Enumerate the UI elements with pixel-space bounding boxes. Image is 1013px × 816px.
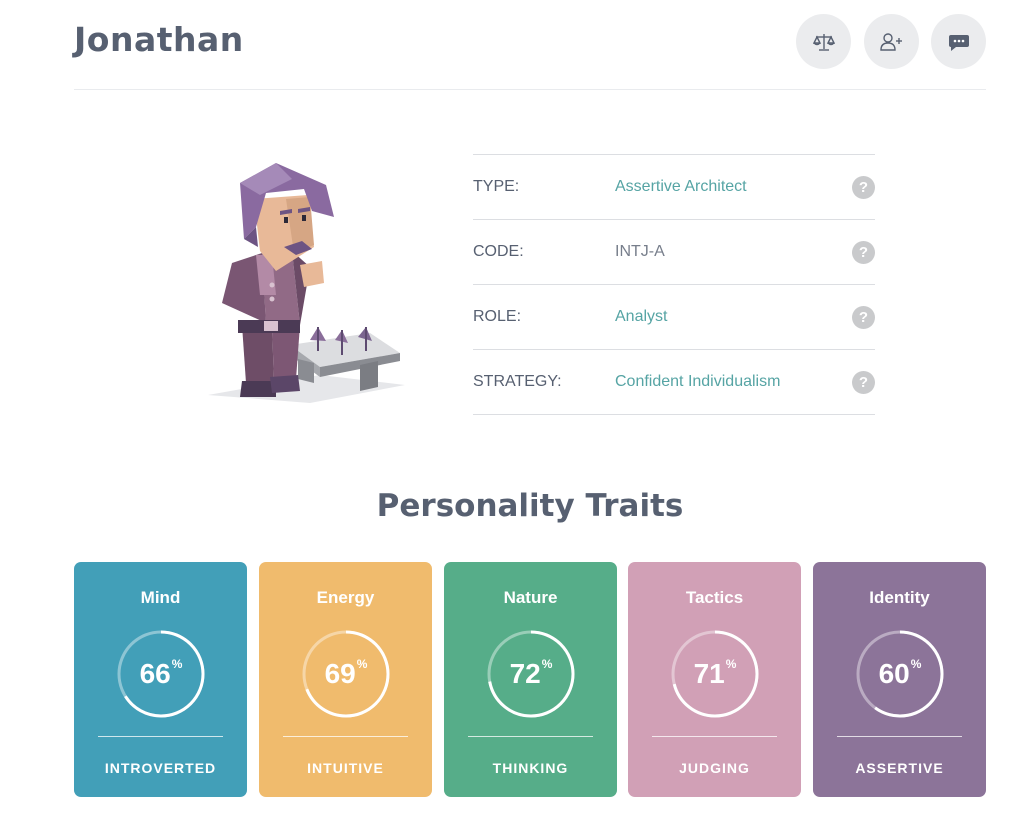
- chat-icon: [948, 34, 969, 51]
- help-icon[interactable]: ?: [852, 306, 875, 329]
- type-label: TYPE:: [473, 178, 520, 195]
- header-divider: [74, 89, 986, 90]
- info-row-code: CODE: INTJ-A ?: [473, 220, 875, 285]
- help-icon[interactable]: ?: [852, 176, 875, 199]
- trait-side: INTROVERTED: [104, 760, 217, 776]
- compare-button[interactable]: [796, 14, 851, 69]
- scale-icon: [812, 33, 835, 51]
- trait-percent-value: 60: [878, 658, 910, 689]
- info-row-type: TYPE: Assertive Architect ?: [473, 155, 875, 220]
- info-row-role: ROLE: Analyst ?: [473, 285, 875, 350]
- trait-percent-value: 71: [693, 658, 725, 689]
- trait-percent-value: 72: [509, 658, 541, 689]
- trait-divider: [468, 736, 593, 737]
- trait-name: Mind: [140, 588, 181, 607]
- trait-divider: [283, 736, 408, 737]
- percent-sign: %: [725, 657, 737, 671]
- trait-percent: 60%: [855, 629, 945, 719]
- trait-card-mind[interactable]: Mind 66% INTROVERTED: [74, 562, 247, 797]
- trait-divider: [98, 736, 223, 737]
- trait-percent: 72%: [486, 629, 576, 719]
- add-user-icon: [879, 32, 902, 51]
- architect-avatar: [208, 163, 405, 403]
- trait-side: THINKING: [492, 760, 569, 776]
- message-button[interactable]: [931, 14, 986, 69]
- trait-card-energy[interactable]: Energy 69% INTUITIVE: [259, 562, 432, 797]
- trait-percent-value: 66: [139, 658, 171, 689]
- role-value-link[interactable]: Analyst: [615, 308, 875, 326]
- trait-divider: [837, 736, 962, 737]
- trait-card-nature[interactable]: Nature 72% THINKING: [444, 562, 617, 797]
- trait-side: ASSERTIVE: [855, 760, 944, 776]
- percent-sign: %: [910, 657, 922, 671]
- trait-percent: 69%: [301, 629, 391, 719]
- percent-sign: %: [541, 657, 553, 671]
- code-value: INTJ-A: [615, 243, 665, 260]
- code-label: CODE:: [473, 243, 524, 260]
- role-label: ROLE:: [473, 308, 522, 325]
- help-icon[interactable]: ?: [852, 371, 875, 394]
- trait-name: Tactics: [685, 588, 744, 607]
- add-friend-button[interactable]: [864, 14, 919, 69]
- type-info-table: TYPE: Assertive Architect ? CODE: INTJ-A…: [473, 154, 875, 415]
- trait-card-tactics[interactable]: Tactics 71% JUDGING: [628, 562, 801, 797]
- percent-sign: %: [356, 657, 368, 671]
- trait-name: Identity: [869, 588, 930, 607]
- trait-percent: 66%: [116, 629, 206, 719]
- trait-name: Nature: [503, 588, 558, 607]
- trait-side: INTUITIVE: [307, 760, 384, 776]
- strategy-label: STRATEGY:: [473, 373, 562, 390]
- page-title: Jonathan: [74, 20, 244, 59]
- trait-side: JUDGING: [679, 760, 750, 776]
- trait-name: Energy: [316, 588, 375, 607]
- trait-percent-value: 69: [324, 658, 356, 689]
- trait-divider: [652, 736, 777, 737]
- strategy-value-link[interactable]: Confident Individualism: [615, 373, 875, 391]
- info-row-strategy: STRATEGY: Confident Individualism ?: [473, 350, 875, 415]
- trait-card-identity[interactable]: Identity 60% ASSERTIVE: [813, 562, 986, 797]
- trait-percent: 71%: [670, 629, 760, 719]
- section-title: Personality Traits: [376, 488, 684, 524]
- type-value-link[interactable]: Assertive Architect: [615, 178, 875, 196]
- percent-sign: %: [171, 657, 183, 671]
- help-icon[interactable]: ?: [852, 241, 875, 264]
